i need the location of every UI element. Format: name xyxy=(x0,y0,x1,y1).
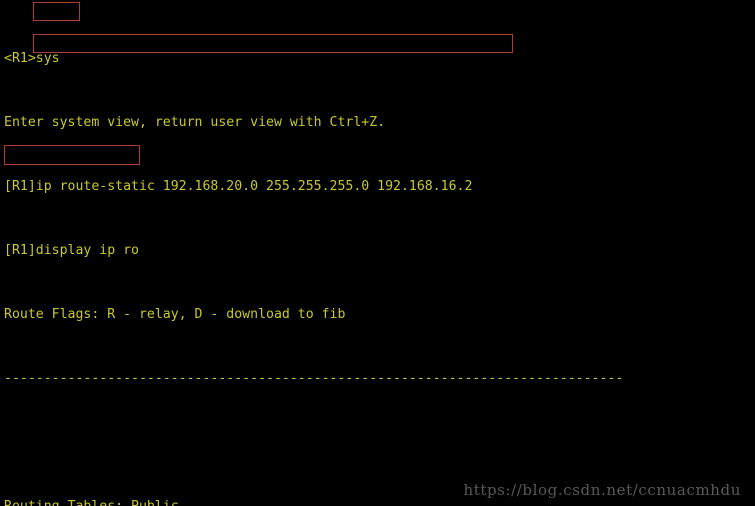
terminal-line-command-sys: <R1>sys xyxy=(4,51,647,67)
routing-tables-title: Routing Tables: Public xyxy=(4,499,179,506)
prompt-display-ip-ro: [R1]display ip ro xyxy=(4,243,139,258)
terminal-screen: <R1>sys Enter system view, return user v… xyxy=(4,3,647,506)
route-flags-legend: Route Flags: R - relay, D - download to … xyxy=(4,307,346,322)
terminal-window[interactable]: <R1>sys Enter system view, return user v… xyxy=(0,0,755,506)
prompt-user-view-sys: <R1>sys xyxy=(4,51,60,66)
terminal-line-blank-1 xyxy=(4,435,647,451)
terminal-line-routing-tables-title: Routing Tables: Public xyxy=(4,499,647,506)
terminal-line-separator: ----------------------------------------… xyxy=(4,371,647,387)
prompt-ip-route-static: [R1]ip route-static 192.168.20.0 255.255… xyxy=(4,179,473,194)
watermark-blog-url: https://blog.csdn.net/ccnuacmhdu xyxy=(463,481,741,499)
separator-dashes: ----------------------------------------… xyxy=(4,371,624,386)
terminal-line-command-display-ip-ro: [R1]display ip ro xyxy=(4,243,647,259)
terminal-line-system-view-notice: Enter system view, return user view with… xyxy=(4,115,647,131)
terminal-line-route-flags-legend: Route Flags: R - relay, D - download to … xyxy=(4,307,647,323)
system-view-notice: Enter system view, return user view with… xyxy=(4,115,386,130)
terminal-line-command-ip-route-static: [R1]ip route-static 192.168.20.0 255.255… xyxy=(4,179,647,195)
